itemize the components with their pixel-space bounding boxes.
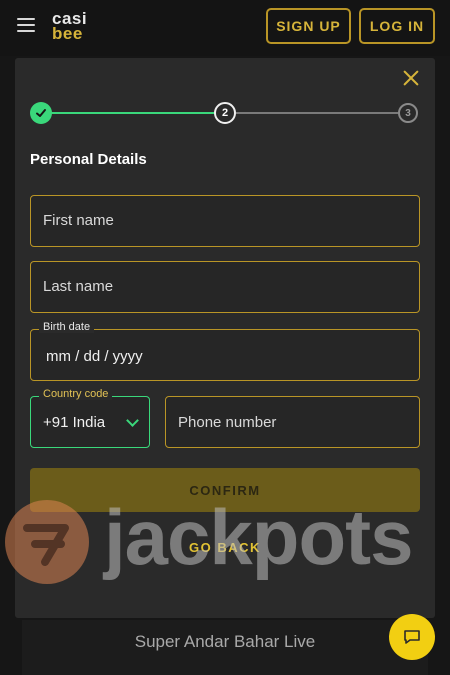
first-name-placeholder: First name — [43, 212, 114, 229]
section-title: Personal Details — [30, 151, 147, 168]
chevron-down-icon — [126, 414, 139, 427]
first-name-field[interactable]: First name — [30, 195, 420, 247]
birth-date-field[interactable]: Birth date mm / dd / yyyy — [30, 321, 420, 381]
casibee-logo[interactable]: casi bee — [52, 10, 87, 42]
close-icon[interactable] — [401, 68, 421, 88]
check-icon — [36, 109, 46, 117]
log-in-button[interactable]: LOG IN — [359, 8, 435, 44]
step-2-current: 2 — [214, 102, 236, 124]
phone-number-placeholder: Phone number — [178, 414, 277, 431]
birth-date-value: mm / dd / yyyy — [46, 348, 143, 365]
game-card[interactable]: Super Andar Bahar Live — [22, 620, 428, 675]
menu-icon[interactable] — [17, 18, 35, 32]
chat-icon — [404, 630, 420, 644]
step-progress-line-complete — [44, 112, 224, 114]
step-progress-line-pending — [236, 112, 404, 114]
phone-number-field[interactable]: Phone number — [165, 396, 420, 448]
sign-up-button[interactable]: SIGN UP — [266, 8, 351, 44]
watermark-logo — [5, 500, 89, 584]
chat-button[interactable] — [389, 614, 435, 660]
step-1-complete — [30, 102, 52, 124]
last-name-field[interactable]: Last name — [30, 261, 420, 313]
top-header: casi bee SIGN UP LOG IN — [0, 0, 450, 56]
last-name-placeholder: Last name — [43, 278, 114, 295]
watermark-text: jackpots — [104, 493, 413, 581]
country-code-value: +91 India — [43, 414, 106, 431]
birth-date-label: Birth date — [39, 321, 95, 333]
game-title: Super Andar Bahar Live — [134, 632, 316, 651]
registration-stepper: 2 3 — [30, 102, 420, 124]
country-code-select[interactable]: Country code +91 India — [30, 388, 150, 448]
step-3-pending: 3 — [398, 103, 418, 123]
country-code-label: Country code — [39, 388, 113, 400]
